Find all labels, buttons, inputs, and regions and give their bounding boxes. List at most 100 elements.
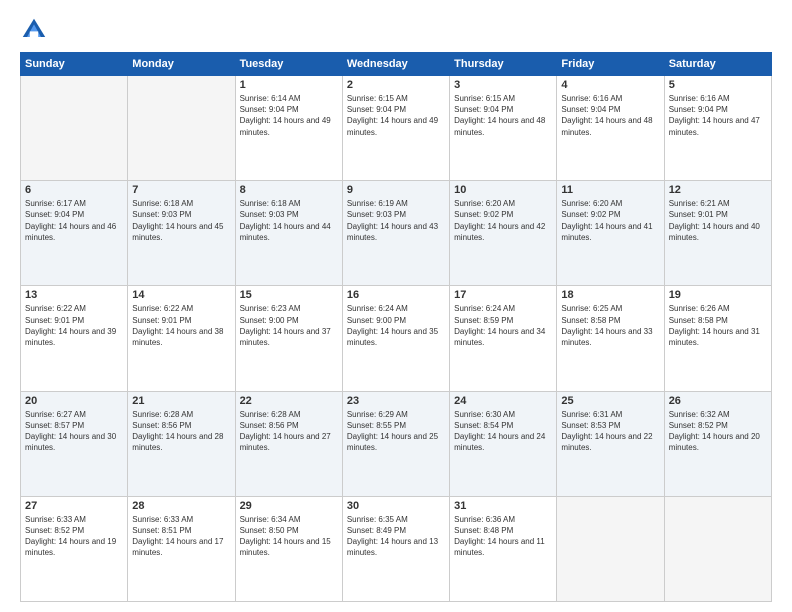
calendar-cell: 30 Sunrise: 6:35 AM Sunset: 8:49 PM Dayli… bbox=[342, 496, 449, 601]
day-number: 28 bbox=[132, 500, 230, 512]
calendar-cell: 4 Sunrise: 6:16 AM Sunset: 9:04 PM Daylig… bbox=[557, 76, 664, 181]
day-number: 13 bbox=[25, 289, 123, 301]
calendar-table: SundayMondayTuesdayWednesdayThursdayFrid… bbox=[20, 52, 772, 602]
calendar-cell: 9 Sunrise: 6:19 AM Sunset: 9:03 PM Daylig… bbox=[342, 181, 449, 286]
day-number: 31 bbox=[454, 500, 552, 512]
day-info: Sunrise: 6:32 AM Sunset: 8:52 PM Dayligh… bbox=[669, 409, 767, 454]
calendar-cell: 26 Sunrise: 6:32 AM Sunset: 8:52 PM Dayli… bbox=[664, 391, 771, 496]
day-info: Sunrise: 6:14 AM Sunset: 9:04 PM Dayligh… bbox=[240, 93, 338, 138]
day-info: Sunrise: 6:18 AM Sunset: 9:03 PM Dayligh… bbox=[240, 198, 338, 243]
day-number: 12 bbox=[669, 184, 767, 196]
day-info: Sunrise: 6:20 AM Sunset: 9:02 PM Dayligh… bbox=[454, 198, 552, 243]
day-number: 1 bbox=[240, 79, 338, 91]
day-info: Sunrise: 6:28 AM Sunset: 8:56 PM Dayligh… bbox=[240, 409, 338, 454]
day-info: Sunrise: 6:25 AM Sunset: 8:58 PM Dayligh… bbox=[561, 303, 659, 348]
weekday-header: Sunday bbox=[21, 53, 128, 76]
calendar-cell: 24 Sunrise: 6:30 AM Sunset: 8:54 PM Dayli… bbox=[450, 391, 557, 496]
calendar-cell: 31 Sunrise: 6:36 AM Sunset: 8:48 PM Dayli… bbox=[450, 496, 557, 601]
day-number: 7 bbox=[132, 184, 230, 196]
calendar-cell bbox=[128, 76, 235, 181]
calendar-cell: 15 Sunrise: 6:23 AM Sunset: 9:00 PM Dayli… bbox=[235, 286, 342, 391]
calendar-cell: 8 Sunrise: 6:18 AM Sunset: 9:03 PM Daylig… bbox=[235, 181, 342, 286]
day-info: Sunrise: 6:16 AM Sunset: 9:04 PM Dayligh… bbox=[669, 93, 767, 138]
day-info: Sunrise: 6:30 AM Sunset: 8:54 PM Dayligh… bbox=[454, 409, 552, 454]
day-number: 18 bbox=[561, 289, 659, 301]
calendar-cell: 2Sunrise: 6:15 AM Sunset: 9:04 PM Daylig… bbox=[342, 76, 449, 181]
calendar-week-row: 20 Sunrise: 6:27 AM Sunset: 8:57 PM Dayli… bbox=[21, 391, 772, 496]
day-info: Sunrise: 6:22 AM Sunset: 9:01 PM Dayligh… bbox=[25, 303, 123, 348]
day-info: Sunrise: 6:15 AM Sunset: 9:04 PM Dayligh… bbox=[454, 93, 552, 138]
day-info: Sunrise: 6:18 AM Sunset: 9:03 PM Dayligh… bbox=[132, 198, 230, 243]
day-info: Sunrise: 6:33 AM Sunset: 8:52 PM Dayligh… bbox=[25, 514, 123, 559]
day-info: Sunrise: 6:31 AM Sunset: 8:53 PM Dayligh… bbox=[561, 409, 659, 454]
calendar-cell: 20 Sunrise: 6:27 AM Sunset: 8:57 PM Dayli… bbox=[21, 391, 128, 496]
day-info: Sunrise: 6:26 AM Sunset: 8:58 PM Dayligh… bbox=[669, 303, 767, 348]
weekday-header: Friday bbox=[557, 53, 664, 76]
calendar-week-row: 1 Sunrise: 6:14 AM Sunset: 9:04 PM Daylig… bbox=[21, 76, 772, 181]
day-info: Sunrise: 6:19 AM Sunset: 9:03 PM Dayligh… bbox=[347, 198, 445, 243]
header bbox=[20, 16, 772, 44]
day-number: 4 bbox=[561, 79, 659, 91]
day-number: 22 bbox=[240, 395, 338, 407]
calendar-cell: 18 Sunrise: 6:25 AM Sunset: 8:58 PM Dayli… bbox=[557, 286, 664, 391]
day-number: 17 bbox=[454, 289, 552, 301]
day-number: 24 bbox=[454, 395, 552, 407]
day-number: 3 bbox=[454, 79, 552, 91]
day-number: 29 bbox=[240, 500, 338, 512]
day-number: 26 bbox=[669, 395, 767, 407]
calendar-cell: 25Sunrise: 6:31 AM Sunset: 8:53 PM Dayli… bbox=[557, 391, 664, 496]
day-info: Sunrise: 6:33 AM Sunset: 8:51 PM Dayligh… bbox=[132, 514, 230, 559]
calendar-week-row: 13 Sunrise: 6:22 AM Sunset: 9:01 PM Dayli… bbox=[21, 286, 772, 391]
day-info: Sunrise: 6:36 AM Sunset: 8:48 PM Dayligh… bbox=[454, 514, 552, 559]
day-info: Sunrise: 6:28 AM Sunset: 8:56 PM Dayligh… bbox=[132, 409, 230, 454]
day-number: 6 bbox=[25, 184, 123, 196]
day-info: Sunrise: 6:23 AM Sunset: 9:00 PM Dayligh… bbox=[240, 303, 338, 348]
weekday-header: Thursday bbox=[450, 53, 557, 76]
day-number: 5 bbox=[669, 79, 767, 91]
day-info: Sunrise: 6:16 AM Sunset: 9:04 PM Dayligh… bbox=[561, 93, 659, 138]
day-number: 27 bbox=[25, 500, 123, 512]
day-info: Sunrise: 6:22 AM Sunset: 9:01 PM Dayligh… bbox=[132, 303, 230, 348]
day-number: 20 bbox=[25, 395, 123, 407]
calendar-cell: 22 Sunrise: 6:28 AM Sunset: 8:56 PM Dayli… bbox=[235, 391, 342, 496]
calendar-cell: 16Sunrise: 6:24 AM Sunset: 9:00 PM Dayli… bbox=[342, 286, 449, 391]
day-number: 10 bbox=[454, 184, 552, 196]
calendar-cell: 29 Sunrise: 6:34 AM Sunset: 8:50 PM Dayli… bbox=[235, 496, 342, 601]
calendar-cell bbox=[557, 496, 664, 601]
day-info: Sunrise: 6:35 AM Sunset: 8:49 PM Dayligh… bbox=[347, 514, 445, 559]
day-info: Sunrise: 6:21 AM Sunset: 9:01 PM Dayligh… bbox=[669, 198, 767, 243]
calendar-week-row: 6 Sunrise: 6:17 AM Sunset: 9:04 PM Daylig… bbox=[21, 181, 772, 286]
calendar-cell: 7 Sunrise: 6:18 AM Sunset: 9:03 PM Daylig… bbox=[128, 181, 235, 286]
logo bbox=[20, 16, 52, 44]
calendar-cell: 19 Sunrise: 6:26 AM Sunset: 8:58 PM Dayli… bbox=[664, 286, 771, 391]
calendar-cell: 21 Sunrise: 6:28 AM Sunset: 8:56 PM Dayli… bbox=[128, 391, 235, 496]
calendar-cell: 1 Sunrise: 6:14 AM Sunset: 9:04 PM Daylig… bbox=[235, 76, 342, 181]
calendar-cell bbox=[21, 76, 128, 181]
calendar-cell: 27 Sunrise: 6:33 AM Sunset: 8:52 PM Dayli… bbox=[21, 496, 128, 601]
calendar-cell: 10 Sunrise: 6:20 AM Sunset: 9:02 PM Dayli… bbox=[450, 181, 557, 286]
day-number: 23 bbox=[347, 395, 445, 407]
day-info: Sunrise: 6:24 AM Sunset: 9:00 PM Dayligh… bbox=[347, 303, 445, 348]
day-number: 8 bbox=[240, 184, 338, 196]
day-number: 19 bbox=[669, 289, 767, 301]
calendar-cell: 3 Sunrise: 6:15 AM Sunset: 9:04 PM Daylig… bbox=[450, 76, 557, 181]
day-number: 21 bbox=[132, 395, 230, 407]
day-number: 15 bbox=[240, 289, 338, 301]
day-info: Sunrise: 6:34 AM Sunset: 8:50 PM Dayligh… bbox=[240, 514, 338, 559]
calendar-cell: 13 Sunrise: 6:22 AM Sunset: 9:01 PM Dayli… bbox=[21, 286, 128, 391]
day-number: 9 bbox=[347, 184, 445, 196]
day-info: Sunrise: 6:27 AM Sunset: 8:57 PM Dayligh… bbox=[25, 409, 123, 454]
calendar-cell: 11Sunrise: 6:20 AM Sunset: 9:02 PM Dayli… bbox=[557, 181, 664, 286]
calendar-week-row: 27 Sunrise: 6:33 AM Sunset: 8:52 PM Dayli… bbox=[21, 496, 772, 601]
calendar-cell: 12 Sunrise: 6:21 AM Sunset: 9:01 PM Dayli… bbox=[664, 181, 771, 286]
weekday-header: Tuesday bbox=[235, 53, 342, 76]
day-number: 30 bbox=[347, 500, 445, 512]
calendar-cell: 23 Sunrise: 6:29 AM Sunset: 8:55 PM Dayli… bbox=[342, 391, 449, 496]
day-info: Sunrise: 6:17 AM Sunset: 9:04 PM Dayligh… bbox=[25, 198, 123, 243]
day-info: Sunrise: 6:15 AM Sunset: 9:04 PM Dayligh… bbox=[347, 93, 445, 138]
day-info: Sunrise: 6:29 AM Sunset: 8:55 PM Dayligh… bbox=[347, 409, 445, 454]
calendar-cell: 28 Sunrise: 6:33 AM Sunset: 8:51 PM Dayli… bbox=[128, 496, 235, 601]
calendar-cell: 17Sunrise: 6:24 AM Sunset: 8:59 PM Dayli… bbox=[450, 286, 557, 391]
weekday-header: Wednesday bbox=[342, 53, 449, 76]
weekday-header: Saturday bbox=[664, 53, 771, 76]
